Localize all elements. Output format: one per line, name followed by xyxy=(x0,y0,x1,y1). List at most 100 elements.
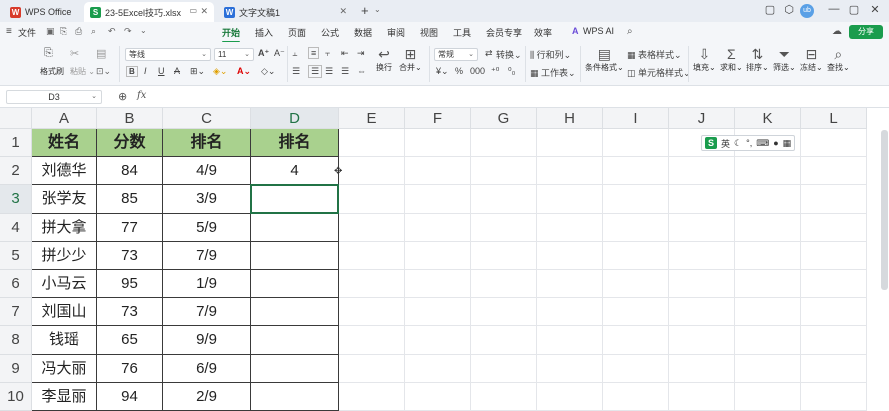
cell-j6[interactable] xyxy=(669,270,735,299)
menu-formula[interactable]: 公式 xyxy=(321,26,339,39)
freeze-button[interactable]: ⊟ 冻结⌄ xyxy=(800,46,823,73)
cell-g5[interactable] xyxy=(471,241,537,270)
menu-data[interactable]: 数据 xyxy=(354,26,372,39)
cell-e3[interactable] xyxy=(339,185,405,214)
cell-k8[interactable] xyxy=(735,326,801,355)
chevron-down-icon[interactable]: ⌄ xyxy=(140,26,147,35)
cell-d4[interactable] xyxy=(251,213,339,242)
cell-h9[interactable] xyxy=(537,354,603,383)
cell-l7[interactable] xyxy=(801,298,867,327)
save-icon[interactable]: ▣ xyxy=(46,26,55,37)
cell-f3[interactable] xyxy=(405,185,471,214)
cell-h5[interactable] xyxy=(537,241,603,270)
cell-i6[interactable] xyxy=(603,270,669,299)
cell-e10[interactable] xyxy=(339,382,405,411)
cell-j4[interactable] xyxy=(669,213,735,242)
row-header-1[interactable]: 1 xyxy=(0,129,32,158)
cell-h6[interactable] xyxy=(537,270,603,299)
table-style-button[interactable]: ▦ 表格样式⌄ xyxy=(627,48,682,61)
cell-a10[interactable]: 李显丽 xyxy=(32,382,97,411)
cell-l9[interactable] xyxy=(801,354,867,383)
font-size-select[interactable]: 11 ⌄ xyxy=(214,48,254,61)
cell-e7[interactable] xyxy=(339,298,405,327)
cell-k7[interactable] xyxy=(735,298,801,327)
menu-home[interactable]: 开始 xyxy=(222,26,241,43)
cell-f4[interactable] xyxy=(405,213,471,242)
cell-f1[interactable] xyxy=(405,129,471,158)
window-icon[interactable]: ▭ xyxy=(189,6,197,15)
row-header-2[interactable]: 2 xyxy=(0,157,32,186)
column-header-j[interactable]: J xyxy=(669,108,735,129)
cell-d3[interactable] xyxy=(251,185,339,214)
cell-b6[interactable]: 95 xyxy=(97,270,163,299)
cell-i2[interactable] xyxy=(603,157,669,186)
row-header-4[interactable]: 4 xyxy=(0,213,32,242)
cell-i5[interactable] xyxy=(603,241,669,270)
maximize-icon[interactable]: ▢ xyxy=(846,3,862,16)
cell-k10[interactable] xyxy=(735,382,801,411)
convert-button[interactable]: 转换⌄ xyxy=(496,48,522,61)
cell-h10[interactable] xyxy=(537,382,603,411)
cell-d2[interactable]: 4 xyxy=(251,157,339,186)
preview-icon[interactable]: ⌕ xyxy=(91,26,96,37)
export-icon[interactable]: ⎘ xyxy=(60,26,67,37)
fill-button[interactable]: ⇩ 填充⌄ xyxy=(693,46,716,73)
cell-d8[interactable] xyxy=(251,326,339,355)
redo-icon[interactable]: ↷ xyxy=(124,26,132,37)
increase-font-icon[interactable]: A⁺ xyxy=(258,48,269,59)
cell-k3[interactable] xyxy=(735,185,801,214)
cell-d1[interactable]: 排名 xyxy=(251,129,339,158)
cell-a8[interactable]: 钱瑶 xyxy=(32,326,97,355)
cell-h7[interactable] xyxy=(537,298,603,327)
column-header-d[interactable]: D xyxy=(251,108,339,129)
row-header-5[interactable]: 5 xyxy=(0,241,32,270)
menu-wps-ai[interactable]: WPS AI xyxy=(583,26,614,36)
cell-h1[interactable] xyxy=(537,129,603,158)
name-box[interactable]: D3 ⌄ xyxy=(6,90,102,104)
cell-i10[interactable] xyxy=(603,382,669,411)
cell-h4[interactable] xyxy=(537,213,603,242)
menu-review[interactable]: 审阅 xyxy=(387,26,405,39)
restore-window-icon[interactable]: ▢ xyxy=(762,3,778,16)
cell-c1[interactable]: 排名 xyxy=(163,129,251,158)
cell-b5[interactable]: 73 xyxy=(97,241,163,270)
cell-g4[interactable] xyxy=(471,213,537,242)
cell-k9[interactable] xyxy=(735,354,801,383)
column-header-i[interactable]: I xyxy=(603,108,669,129)
cell-c7[interactable]: 7/9 xyxy=(163,298,251,327)
cell-style-button[interactable]: ◫ 单元格样式⌄ xyxy=(627,66,691,79)
indent-decrease-icon[interactable]: ⇤ xyxy=(341,48,349,59)
clipboard-icon[interactable]: ▤ xyxy=(96,47,106,60)
menu-member[interactable]: 会员专享 xyxy=(486,26,522,39)
menu-view[interactable]: 视图 xyxy=(420,26,438,39)
cell-f6[interactable] xyxy=(405,270,471,299)
currency-icon[interactable]: ¥⌄ xyxy=(436,66,449,77)
cell-c4[interactable]: 5/9 xyxy=(163,213,251,242)
cell-f9[interactable] xyxy=(405,354,471,383)
cell-b8[interactable]: 65 xyxy=(97,326,163,355)
cell-i7[interactable] xyxy=(603,298,669,327)
cell-h2[interactable] xyxy=(537,157,603,186)
close-tab-icon[interactable]: ✕ xyxy=(200,6,208,17)
row-header-6[interactable]: 6 xyxy=(0,270,32,299)
sort-button[interactable]: ⇅ 排序⌄ xyxy=(746,46,769,73)
cell-a7[interactable]: 刘国山 xyxy=(32,298,97,327)
cell-j5[interactable] xyxy=(669,241,735,270)
column-header-f[interactable]: F xyxy=(405,108,471,129)
worksheet-button[interactable]: ▦ 工作表⌄ xyxy=(530,66,576,79)
ime-lang[interactable]: 英 xyxy=(721,137,730,150)
paste-special-icon[interactable]: ⊡⌄ xyxy=(96,66,111,77)
select-all-corner[interactable] xyxy=(0,108,32,129)
cell-l5[interactable] xyxy=(801,241,867,270)
align-center-icon[interactable]: ☰ xyxy=(308,65,323,78)
align-bottom-icon[interactable]: ⫟ xyxy=(325,48,330,59)
cell-c5[interactable]: 7/9 xyxy=(163,241,251,270)
cell-e6[interactable] xyxy=(339,270,405,299)
cell-a1[interactable]: 姓名 xyxy=(32,129,97,158)
paste-button[interactable]: 粘贴 ⌄ xyxy=(70,66,95,77)
cell-e9[interactable] xyxy=(339,354,405,383)
cell-c10[interactable]: 2/9 xyxy=(163,382,251,411)
thousands-icon[interactable]: 000 xyxy=(470,66,485,76)
format-painter-button[interactable]: 格式刷 xyxy=(40,66,64,77)
cut-icon[interactable]: ✂ xyxy=(70,47,79,60)
